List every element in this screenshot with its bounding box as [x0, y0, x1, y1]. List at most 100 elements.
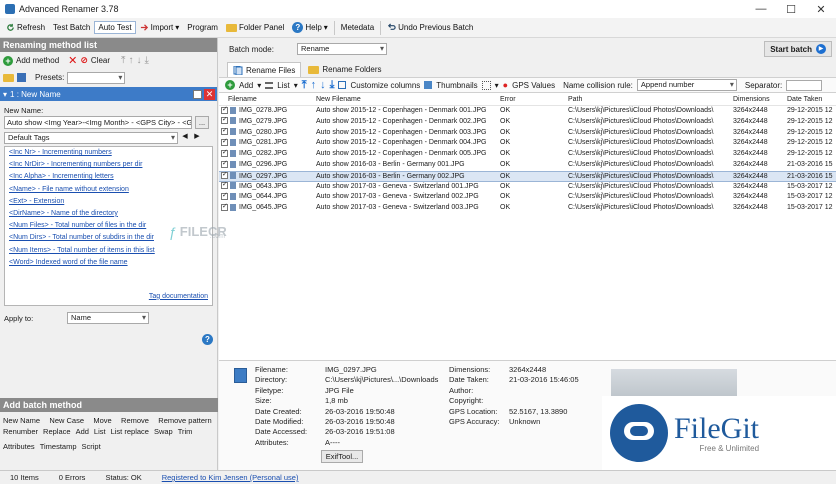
table-row[interactable]: IMG_0644.JPGAuto show 2017-03 - Geneva -…: [219, 192, 836, 203]
table-row[interactable]: IMG_0282.JPGAuto show 2015-12 - Copenhag…: [219, 149, 836, 160]
import-button[interactable]: Import ▾: [136, 21, 184, 34]
metadata-button[interactable]: Metedata: [337, 21, 378, 34]
remove-method-icon[interactable]: ✕: [204, 88, 215, 100]
table-row[interactable]: IMG_0278.JPGAuto show 2015-12 - Copenhag…: [219, 106, 836, 117]
table-row[interactable]: IMG_0297.JPGAuto show 2016-03 - Berlin -…: [219, 170, 836, 182]
browse-button[interactable]: ...: [195, 116, 209, 129]
thumbnails-button[interactable]: Thumbnails: [436, 81, 477, 90]
row-checkbox[interactable]: [221, 172, 228, 181]
tag-link[interactable]: <Ext> - Extension: [5, 196, 212, 208]
table-row[interactable]: IMG_0643.JPGAuto show 2017-03 - Geneva -…: [219, 182, 836, 193]
apply-to-select[interactable]: Name: [67, 312, 149, 324]
scroll-right-icon[interactable]: ▶: [192, 132, 202, 144]
row-checkbox[interactable]: [221, 117, 228, 126]
tag-link[interactable]: <Num Items> - Total number of items in t…: [5, 245, 212, 257]
tag-link[interactable]: <Name> - File name without extension: [5, 184, 212, 196]
table-row[interactable]: IMG_0279.JPGAuto show 2015-12 - Copenhag…: [219, 117, 836, 128]
presets-select[interactable]: [67, 71, 126, 84]
maximize-button[interactable]: ☐: [776, 3, 806, 16]
batch-method-remove-pattern[interactable]: Remove pattern: [158, 416, 215, 425]
method-enabled-checkbox[interactable]: [193, 89, 202, 99]
folder-panel-button[interactable]: Folder Panel: [222, 21, 288, 34]
batch-method-remove[interactable]: Remove: [121, 416, 152, 425]
batch-method-move[interactable]: Move: [93, 416, 115, 425]
row-checkbox[interactable]: [221, 138, 228, 148]
column-header-new-filename[interactable]: New Filename: [314, 93, 498, 105]
tag-documentation-link[interactable]: Tag documentation: [145, 291, 208, 303]
table-row[interactable]: IMG_0296.JPGAuto show 2016-03 - Berlin -…: [219, 160, 836, 171]
help-icon[interactable]: ?: [202, 334, 213, 345]
batch-method-replace[interactable]: Replace: [43, 427, 71, 436]
row-checkbox[interactable]: [221, 149, 228, 159]
delete-icon[interactable]: ✕: [68, 54, 77, 67]
exiftool-button[interactable]: ExifTool...: [321, 450, 363, 463]
tag-link[interactable]: <Inc Nr> - Incrementing numbers: [5, 147, 212, 159]
batch-method-script[interactable]: Script: [82, 442, 101, 451]
tags-dropdown[interactable]: Default Tags: [4, 132, 178, 144]
add-files-button[interactable]: Add: [239, 81, 253, 90]
refresh-button[interactable]: Refresh: [2, 21, 49, 34]
customize-columns-button[interactable]: Customize columns: [350, 81, 420, 90]
batch-method-new-case[interactable]: New Case: [49, 416, 87, 425]
batch-method-swap[interactable]: Swap: [154, 427, 173, 436]
help-button[interactable]: ? Help ▾: [288, 20, 331, 35]
test-batch-button[interactable]: Test Batch: [49, 21, 94, 34]
move-down-icon[interactable]: ↓: [320, 79, 326, 91]
batch-mode-select[interactable]: Rename: [297, 43, 387, 55]
tag-link[interactable]: <DirName> - Name of the directory: [5, 208, 212, 220]
collision-rule-select[interactable]: Append number: [636, 79, 737, 91]
move-bottom-icon[interactable]: ⤓: [144, 55, 148, 66]
batch-method-renumber[interactable]: Renumber: [3, 427, 38, 436]
move-up-icon[interactable]: ↑: [128, 55, 133, 66]
row-checkbox[interactable]: [221, 106, 228, 115]
auto-test-button[interactable]: Auto Test: [94, 21, 136, 34]
row-checkbox[interactable]: [221, 203, 228, 213]
new-name-input[interactable]: Auto show <Img Year>-<Img Month> - <GPS …: [4, 116, 192, 129]
batch-method-attributes[interactable]: Attributes: [3, 442, 35, 451]
column-header-error[interactable]: Error: [498, 93, 566, 105]
method-item-1[interactable]: ▾ 1 : New Name ✕: [0, 87, 217, 101]
move-up-icon[interactable]: ↑: [311, 79, 317, 91]
tab-rename-folders[interactable]: Rename Folders: [303, 62, 386, 77]
move-bottom-icon[interactable]: ⤓: [330, 79, 335, 92]
batch-method-trim[interactable]: Trim: [178, 427, 193, 436]
batch-method-add[interactable]: Add: [76, 427, 89, 436]
column-header-dimensions[interactable]: Dimensions: [731, 93, 785, 105]
column-header-path[interactable]: Path: [566, 93, 731, 105]
clear-button[interactable]: Clear: [91, 56, 110, 65]
close-button[interactable]: ✕: [806, 3, 836, 16]
open-preset-icon[interactable]: [3, 73, 14, 82]
tag-link[interactable]: <Inc Alpha> - Incrementing letters: [5, 171, 212, 183]
gps-values-button[interactable]: GPS Values: [512, 81, 555, 90]
list-button[interactable]: List: [277, 81, 289, 90]
minimize-button[interactable]: —: [746, 3, 776, 16]
tab-rename-files[interactable]: Rename Files: [227, 62, 302, 77]
row-checkbox[interactable]: [221, 160, 228, 169]
row-checkbox[interactable]: [221, 192, 228, 202]
tag-link[interactable]: <Word> Indexed word of the file name: [5, 257, 212, 269]
move-down-icon[interactable]: ↓: [136, 55, 141, 66]
separator-input[interactable]: [786, 79, 823, 91]
row-checkbox[interactable]: [221, 182, 228, 191]
save-preset-icon[interactable]: [17, 73, 26, 82]
program-button[interactable]: Program: [183, 21, 222, 34]
batch-method-list-replace[interactable]: List replace: [111, 427, 149, 436]
scroll-left-icon[interactable]: ◀: [180, 132, 190, 144]
column-header-date-taken[interactable]: Date Taken: [785, 93, 836, 105]
batch-method-new-name[interactable]: New Name: [3, 416, 43, 425]
row-checkbox[interactable]: [221, 128, 228, 137]
table-row[interactable]: IMG_0280.JPGAuto show 2015-12 - Copenhag…: [219, 128, 836, 139]
grid-icon[interactable]: [481, 80, 491, 90]
column-header-filename[interactable]: Filename: [219, 93, 314, 105]
batch-method-timestamp[interactable]: Timestamp: [40, 442, 77, 451]
start-batch-button[interactable]: Start batch ▶: [764, 41, 832, 57]
registered-link[interactable]: Registered to Kim Jensen (Personal use): [162, 473, 299, 482]
move-top-icon[interactable]: ⤒: [302, 79, 307, 92]
undo-previous-batch-button[interactable]: Undo Previous Batch: [383, 21, 477, 34]
move-top-icon[interactable]: ⤒: [121, 55, 125, 66]
table-row[interactable]: IMG_0645.JPGAuto show 2017-03 - Geneva -…: [219, 203, 836, 214]
table-row[interactable]: IMG_0281.JPGAuto show 2015-12 - Copenhag…: [219, 138, 836, 149]
add-method-button[interactable]: Add method: [16, 56, 59, 65]
batch-method-list[interactable]: List: [94, 427, 106, 436]
tag-link[interactable]: <Inc NrDir> - Incrementing numbers per d…: [5, 159, 212, 171]
